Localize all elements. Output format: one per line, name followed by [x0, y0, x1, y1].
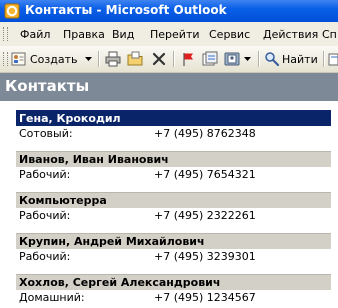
contact-card[interactable]: Крупин, Андрей Михайлович Рабочий: +7 (4…: [16, 233, 331, 265]
phone-label: Рабочий:: [19, 168, 71, 181]
flag-button[interactable]: [180, 50, 196, 68]
delete-button[interactable]: [151, 50, 167, 68]
phone-value: +7 (495) 2322261: [154, 209, 256, 222]
contact-phone-row: Рабочий: +7 (495) 2322261: [16, 208, 331, 224]
toolbar-separator: [98, 51, 100, 67]
toolbar-separator: [323, 51, 325, 67]
toolbar-overflow-button[interactable]: [328, 50, 338, 68]
new-contact-icon: [11, 51, 27, 67]
menu-bar: Файл Правка Вид Перейти Сервис Действия …: [0, 22, 338, 46]
phone-label: Домашний:: [19, 291, 85, 304]
contacts-panel: Гена, Крокодил Сотовый: +7 (495) 8762348…: [0, 101, 338, 308]
dropdown-arrow-icon: [244, 57, 251, 61]
menu-go[interactable]: Перейти: [150, 28, 200, 41]
categories-button[interactable]: [202, 50, 218, 68]
standard-toolbar: Создать Найти: [0, 46, 338, 73]
dropdown-arrow-icon: [84, 57, 92, 61]
address-book-icon: [224, 51, 242, 67]
contact-name[interactable]: Крупин, Андрей Михайлович: [16, 233, 331, 249]
menu-actions[interactable]: Действия: [263, 28, 318, 41]
phone-label: Рабочий:: [19, 209, 71, 222]
folder-icon: [328, 51, 338, 67]
toolbar-separator: [258, 51, 260, 67]
new-button[interactable]: Создать: [11, 50, 78, 68]
contact-name[interactable]: Гена, Крокодил: [16, 110, 331, 126]
delete-icon: [151, 51, 167, 67]
contact-name[interactable]: Иванов, Иван Иванович: [16, 151, 331, 167]
print-button[interactable]: [105, 50, 121, 68]
find-icon: [264, 51, 280, 67]
address-book-button[interactable]: [224, 50, 251, 68]
print-icon: [105, 51, 121, 67]
menu-view[interactable]: Вид: [112, 28, 134, 41]
phone-value: +7 (495) 8762348: [154, 127, 256, 140]
phone-value: +7 (495) 7654321: [154, 168, 256, 181]
contact-name[interactable]: Компьютерра: [16, 192, 331, 208]
outlook-app-icon[interactable]: [4, 3, 20, 19]
contact-phone-row: Рабочий: +7 (495) 7654321: [16, 167, 331, 183]
find-button-label: Найти: [282, 52, 318, 66]
toolbar-separator: [173, 51, 175, 67]
contact-card[interactable]: Гена, Крокодил Сотовый: +7 (495) 8762348: [16, 110, 331, 142]
new-dropdown[interactable]: [82, 50, 94, 68]
contact-card[interactable]: Иванов, Иван Иванович Рабочий: +7 (495) …: [16, 151, 331, 183]
title-bar[interactable]: Контакты - Microsoft Outlook: [0, 0, 338, 22]
menu-more[interactable]: Сп: [322, 28, 337, 41]
move-to-folder-button[interactable]: [127, 50, 143, 68]
contact-phone-row: Домашний: +7 (495) 1234567: [16, 290, 331, 306]
phone-value: +7 (495) 1234567: [154, 291, 256, 304]
view-title: Контакты: [5, 77, 90, 95]
contact-card[interactable]: Компьютерра Рабочий: +7 (495) 2322261: [16, 192, 331, 224]
phone-value: +7 (495) 3239301: [154, 250, 256, 263]
contact-card[interactable]: Хохлов, Сергей Александрович Домашний: +…: [16, 274, 331, 306]
contact-phone-row: Рабочий: +7 (495) 3239301: [16, 249, 331, 265]
move-to-folder-icon: [127, 51, 143, 67]
contact-phone-row: Сотовый: +7 (495) 8762348: [16, 126, 331, 142]
categories-icon: [202, 51, 218, 67]
find-button[interactable]: Найти: [264, 50, 318, 68]
new-button-label: Создать: [30, 52, 78, 66]
window-title: Контакты - Microsoft Outlook: [25, 3, 227, 17]
menu-edit[interactable]: Правка: [63, 28, 105, 41]
contact-name[interactable]: Хохлов, Сергей Александрович: [16, 274, 331, 290]
menu-file[interactable]: Файл: [20, 28, 50, 41]
menu-grip[interactable]: [3, 27, 8, 41]
view-header: Контакты: [0, 73, 338, 101]
menu-tools[interactable]: Сервис: [209, 28, 250, 41]
phone-label: Сотовый:: [19, 127, 73, 140]
flag-icon: [180, 51, 196, 67]
toolbar-grip[interactable]: [3, 52, 8, 66]
phone-label: Рабочий:: [19, 250, 71, 263]
